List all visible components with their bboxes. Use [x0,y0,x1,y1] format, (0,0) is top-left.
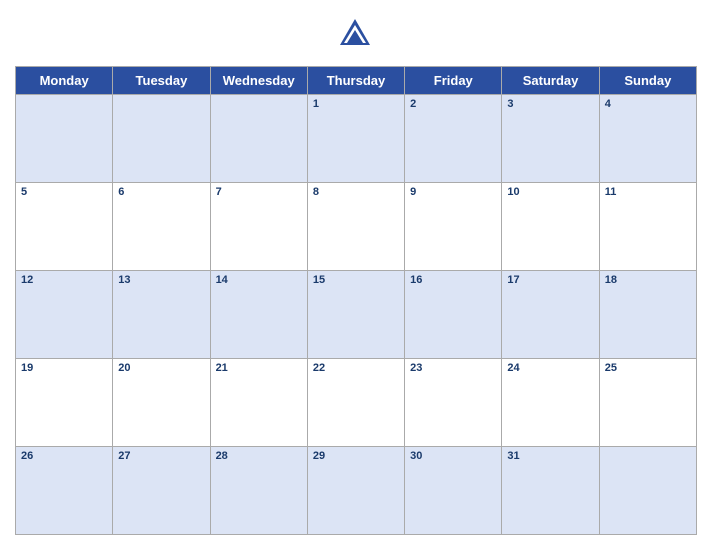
logo-area [336,15,377,53]
day-number: 30 [410,450,422,462]
day-cell: 8 [308,183,405,271]
day-cell: 5 [16,183,113,271]
day-cell: 25 [600,359,697,447]
day-cell: 23 [405,359,502,447]
day-cell: 31 [502,447,599,535]
day-number: 7 [216,186,222,198]
logo-icon [336,15,374,53]
day-cell: 17 [502,271,599,359]
weeks-container: 1234567891011121314151617181920212223242… [16,95,697,535]
day-number: 25 [605,362,617,374]
day-number: 16 [410,274,422,286]
day-number: 5 [21,186,27,198]
day-cell: 3 [502,95,599,183]
day-cell [113,95,210,183]
day-header-wednesday: Wednesday [211,67,308,95]
day-number: 1 [313,98,319,110]
day-number: 21 [216,362,228,374]
day-cell: 7 [211,183,308,271]
day-number: 13 [118,274,130,286]
day-cell [211,95,308,183]
day-cell [600,447,697,535]
day-number: 8 [313,186,319,198]
week-row-4: 19 20 21 22 23 24 25 [16,359,697,447]
day-cell: 29 [308,447,405,535]
calendar-container: MondayTuesdayWednesdayThursdayFridaySatu… [0,0,712,550]
day-cell: 19 [16,359,113,447]
day-cell: 12 [16,271,113,359]
day-header-tuesday: Tuesday [113,67,210,95]
day-number: 22 [313,362,325,374]
calendar-grid: MondayTuesdayWednesdayThursdayFridaySatu… [15,66,697,535]
day-number: 10 [507,186,519,198]
day-cell: 24 [502,359,599,447]
day-headers-row: MondayTuesdayWednesdayThursdayFridaySatu… [16,67,697,95]
day-number: 31 [507,450,519,462]
day-cell: 28 [211,447,308,535]
day-cell: 13 [113,271,210,359]
day-number: 11 [605,186,617,198]
day-number: 4 [605,98,611,110]
day-cell: 22 [308,359,405,447]
day-cell: 15 [308,271,405,359]
day-cell: 27 [113,447,210,535]
day-header-friday: Friday [405,67,502,95]
week-row-3: 12 13 14 15 16 17 18 [16,271,697,359]
week-row-2: 5 6 7 8 9 10 11 [16,183,697,271]
day-cell [16,95,113,183]
day-cell: 21 [211,359,308,447]
day-number: 27 [118,450,130,462]
day-number: 2 [410,98,416,110]
day-number: 17 [507,274,519,286]
day-header-monday: Monday [16,67,113,95]
day-header-sunday: Sunday [600,67,697,95]
day-number: 29 [313,450,325,462]
day-number: 19 [21,362,33,374]
day-cell: 16 [405,271,502,359]
day-number: 15 [313,274,325,286]
day-header-thursday: Thursday [308,67,405,95]
day-cell: 1 [308,95,405,183]
day-number: 6 [118,186,124,198]
day-number: 20 [118,362,130,374]
day-number: 23 [410,362,422,374]
day-number: 26 [21,450,33,462]
day-number: 24 [507,362,519,374]
day-cell: 18 [600,271,697,359]
day-number: 14 [216,274,228,286]
day-number: 9 [410,186,416,198]
day-cell: 30 [405,447,502,535]
day-cell: 6 [113,183,210,271]
day-cell: 10 [502,183,599,271]
day-cell: 26 [16,447,113,535]
day-number: 18 [605,274,617,286]
day-number: 12 [21,274,33,286]
day-cell: 4 [600,95,697,183]
day-header-saturday: Saturday [502,67,599,95]
day-cell: 9 [405,183,502,271]
week-row-5: 26 27 28 29 30 31 [16,447,697,535]
day-cell: 11 [600,183,697,271]
day-cell: 2 [405,95,502,183]
day-number: 3 [507,98,513,110]
day-number: 28 [216,450,228,462]
day-cell: 20 [113,359,210,447]
calendar-header [15,10,697,58]
week-row-1: 1 2 3 4 [16,95,697,183]
day-cell: 14 [211,271,308,359]
